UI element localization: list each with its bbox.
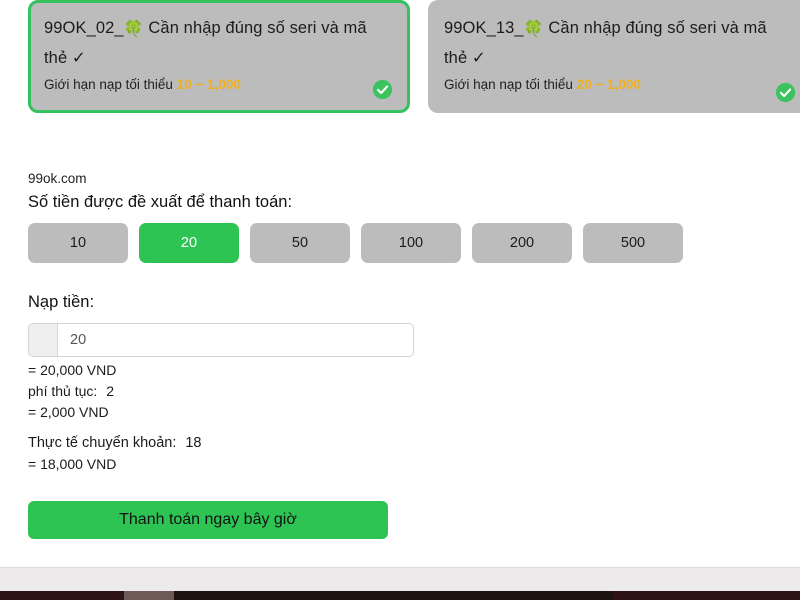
- amount-chip-10[interactable]: 10: [28, 223, 128, 263]
- provider-limit-value: 10 ~ 1,000: [176, 77, 241, 92]
- taskbar-highlight: [124, 591, 174, 600]
- provider-card-99ok-13[interactable]: 99OK_13_🍀 Cần nhập đúng số seri và mã th…: [428, 0, 800, 113]
- actual-transfer-value: 18: [185, 435, 202, 451]
- fee-line: phí thủ tục: 2: [28, 381, 788, 402]
- amount-input[interactable]: [58, 324, 413, 356]
- suggested-amount-label: Số tiền được đề xuất để thanh toán:: [28, 193, 293, 211]
- amount-chip-50[interactable]: 50: [250, 223, 350, 263]
- check-circle-icon: [372, 79, 393, 100]
- payment-page: 99OK_02_🍀 Cần nhập đúng số seri và mã th…: [0, 0, 800, 567]
- provider-card-99ok-02[interactable]: 99OK_02_🍀 Cần nhập đúng số seri và mã th…: [28, 0, 410, 113]
- four-leaf-clover-icon: 🍀: [123, 21, 144, 38]
- provider-limit-value: 20 ~ 1,000: [576, 77, 641, 92]
- check-circle-icon: [775, 82, 796, 103]
- provider-code: 99OK_13_: [444, 19, 524, 37]
- amount-chip-100[interactable]: 100: [361, 223, 461, 263]
- provider-code: 99OK_02_: [44, 19, 124, 37]
- fee-vnd-line: = 2,000 VND: [28, 404, 109, 420]
- provider-card-title: 99OK_13_🍀 Cần nhập đúng số seri và mã th…: [444, 14, 794, 72]
- payment-form: 99ok.com Số tiền được đề xuất để thanh t…: [28, 170, 788, 539]
- provider-limit-label: Giới hạn nạp tối thiểu: [444, 77, 577, 92]
- actual-transfer-label: Thực tế chuyển khoản:: [28, 435, 177, 451]
- provider-limit: Giới hạn nạp tối thiểu 10 ~ 1,000: [44, 76, 394, 94]
- provider-limit: Giới hạn nạp tối thiểu 20 ~ 1,000: [444, 76, 794, 94]
- site-name: 99ok.com: [28, 171, 87, 186]
- actual-vnd-line: = 18,000 VND: [28, 456, 117, 472]
- fee-label: phí thủ tục:: [28, 383, 98, 399]
- amount-chip-200[interactable]: 200: [472, 223, 572, 263]
- amount-chip-row: 10 20 50 100 200 500: [28, 223, 788, 263]
- amount-vnd-line: = 20,000 VND: [28, 362, 117, 378]
- actual-transfer-line: Thực tế chuyển khoản: 18: [28, 433, 788, 454]
- provider-card-title: 99OK_02_🍀 Cần nhập đúng số seri và mã th…: [44, 14, 394, 72]
- provider-card-row: 99OK_02_🍀 Cần nhập đúng số seri và mã th…: [28, 0, 800, 113]
- amount-input-group[interactable]: [28, 323, 414, 357]
- four-leaf-clover-icon: 🍀: [523, 21, 544, 38]
- pay-now-button[interactable]: Thanh toán ngay bây giờ: [28, 501, 388, 539]
- deposit-label: Nạp tiền:: [28, 293, 95, 311]
- amount-chip-500[interactable]: 500: [583, 223, 683, 263]
- taskbar-strip: [0, 591, 800, 600]
- browser-bottom-strip: [0, 567, 800, 591]
- fee-value: 2: [106, 383, 115, 399]
- provider-limit-label: Giới hạn nạp tối thiểu: [44, 77, 177, 92]
- taskbar-middle: [174, 591, 614, 600]
- currency-prefix-box: [29, 324, 58, 356]
- amount-chip-20[interactable]: 20: [139, 223, 239, 263]
